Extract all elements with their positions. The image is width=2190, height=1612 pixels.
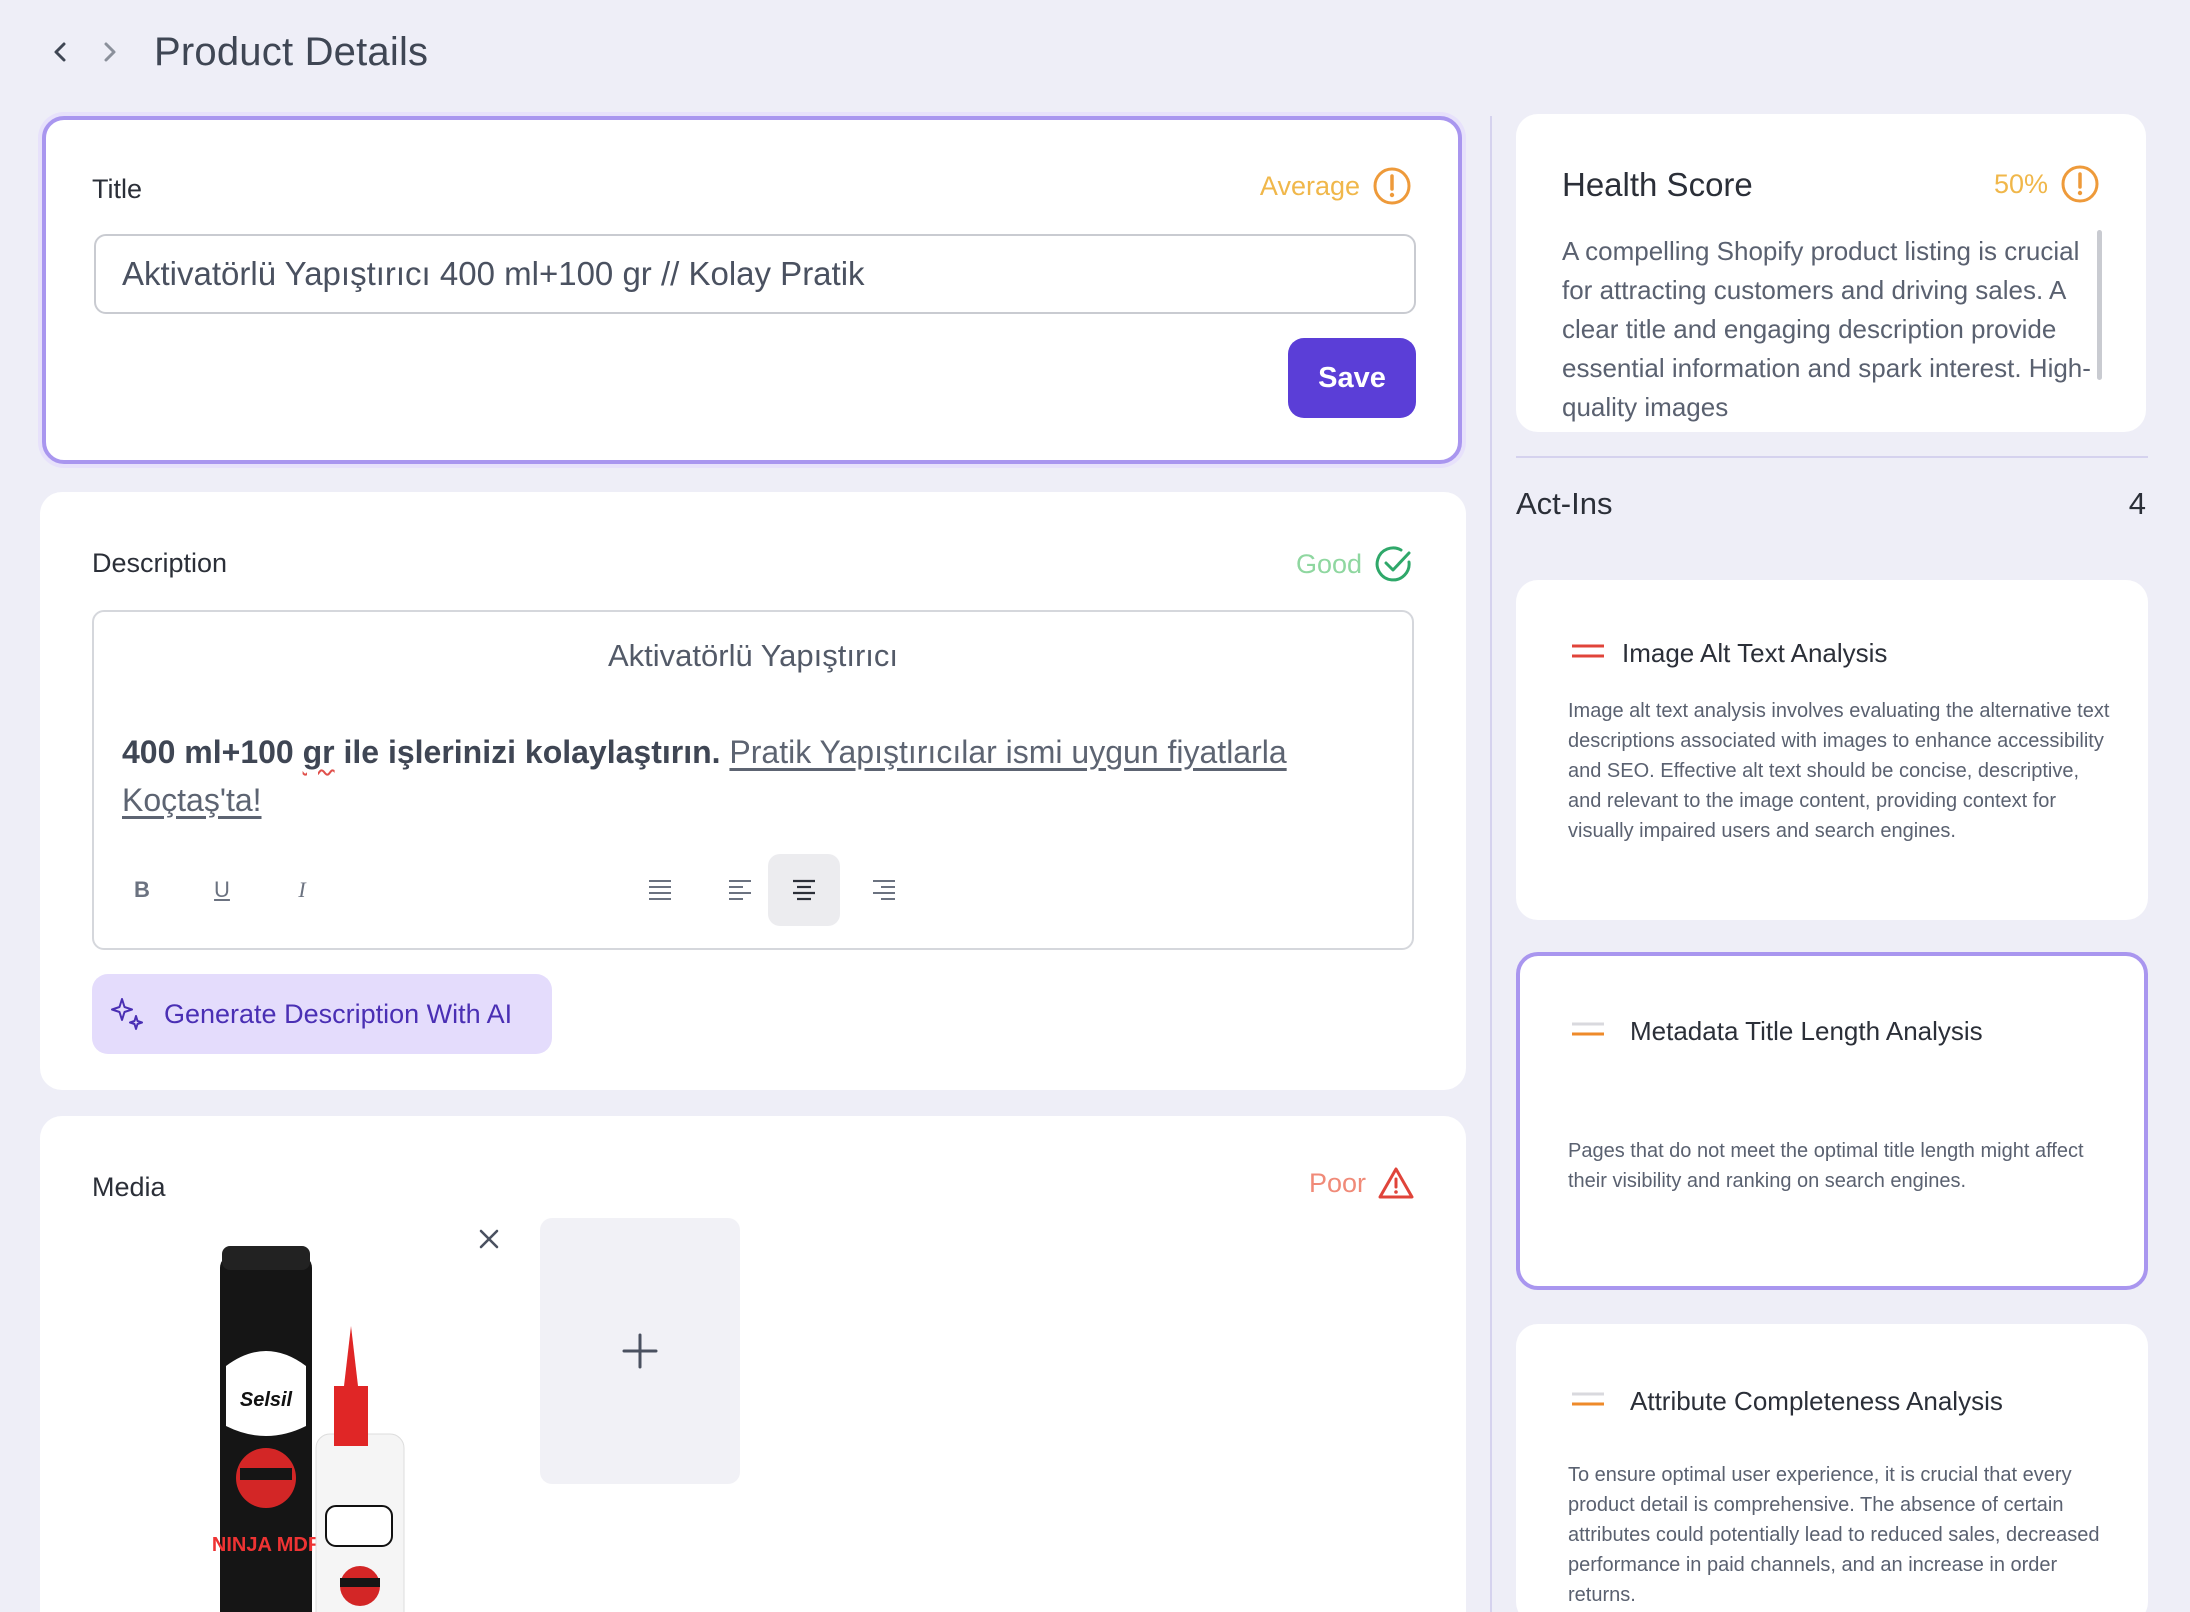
editor-heading: Aktivatörlü Yapıştırıcı <box>607 638 899 673</box>
chevron-left-icon <box>54 42 66 62</box>
bold-button-label: B <box>134 877 150 902</box>
description-label: Description <box>92 548 228 578</box>
align-center-icon <box>793 879 815 901</box>
actin-title: Metadata Title Length Analysis <box>1630 1016 1983 1046</box>
media-card: Media Poor Selsil NINJA MDF <box>40 1116 1466 1612</box>
align-left-icon <box>729 880 751 900</box>
remove-media-button[interactable] <box>474 1224 504 1254</box>
media-status: Poor <box>1309 1166 1414 1200</box>
health-score-title: Health Score <box>1562 166 1753 203</box>
health-score-status: 50% <box>1994 164 2100 204</box>
actins-title: Act-Ins <box>1516 486 1613 521</box>
media-status-text: Poor <box>1308 1167 1366 1198</box>
title-card: Title Average Save <box>42 116 1462 464</box>
align-justify-icon <box>649 880 671 900</box>
plus-icon <box>622 1333 658 1369</box>
bold-text-part1: 400 ml+100 <box>122 734 303 770</box>
underline-button-label: U <box>214 877 230 902</box>
can-brand-text: Selsil <box>240 1389 293 1411</box>
sparkles-icon <box>111 998 143 1030</box>
generate-description-button[interactable]: Generate Description With AI <box>92 974 552 1054</box>
forward-button[interactable] <box>88 31 130 73</box>
severity-high-icon <box>1572 644 1604 658</box>
actin-card-metadata-title[interactable]: Metadata Title Length Analysis Pages tha… <box>1516 952 2148 1290</box>
health-score-value: 50% <box>1993 168 2048 199</box>
misspelled-word: gr <box>302 734 335 770</box>
align-right-button[interactable] <box>848 854 920 926</box>
editor-bold-text: 400 ml+100 gr ile işlerinizi kolaylaştır… <box>122 734 721 770</box>
product-photo: Selsil NINJA MDF <box>212 1246 405 1612</box>
align-justify-button[interactable] <box>624 854 696 926</box>
description-card: Description Good Aktivatörlü Yapıştırıcı… <box>40 492 1466 1090</box>
actin-description: Pages that do not meet the optimal title… <box>1568 1140 2084 1192</box>
section-divider <box>1516 456 2148 458</box>
align-right-icon <box>873 880 895 900</box>
chevron-right-icon <box>104 42 116 62</box>
health-scrollbar[interactable] <box>2097 230 2102 380</box>
description-editor[interactable]: Aktivatörlü Yapıştırıcı 400 ml+100 gr il… <box>92 610 1414 950</box>
product-image[interactable]: Selsil NINJA MDF <box>140 1216 500 1612</box>
close-icon <box>479 1229 499 1249</box>
back-button[interactable] <box>40 31 82 73</box>
italic-button[interactable]: I <box>266 854 338 926</box>
title-status-text: Average <box>1259 170 1360 201</box>
actin-description: To ensure optimal user experience, it is… <box>1568 1464 2100 1606</box>
actin-description: Image alt text analysis involves evaluat… <box>1568 700 2110 842</box>
column-divider <box>1490 116 1492 1612</box>
title-input[interactable] <box>94 234 1416 314</box>
title-status: Average <box>1260 166 1412 206</box>
underline-button[interactable]: U <box>186 854 258 926</box>
add-media-button[interactable] <box>540 1218 740 1484</box>
actin-title: Attribute Completeness Analysis <box>1630 1386 2003 1416</box>
media-label: Media <box>92 1172 166 1202</box>
description-status-text: Good <box>1295 548 1362 579</box>
save-button[interactable]: Save <box>1288 338 1416 418</box>
check-circle-icon <box>1375 546 1411 582</box>
severity-medium-icon <box>1572 1392 1604 1406</box>
align-center-button[interactable] <box>768 854 840 926</box>
actin-title: Image Alt Text Analysis <box>1622 638 1888 668</box>
actin-card-image-alt[interactable]: Image Alt Text Analysis Image alt text a… <box>1516 580 2148 920</box>
warning-circle-icon <box>1373 167 1411 205</box>
page-title: Product Details <box>154 29 429 74</box>
can-product-text: NINJA MDF <box>212 1534 320 1556</box>
generate-description-label: Generate Description With AI <box>164 998 513 1029</box>
editor-body[interactable]: 400 ml+100 gr ile işlerinizi kolaylaştır… <box>122 728 1372 824</box>
description-status: Good <box>1296 544 1414 584</box>
align-left-button[interactable] <box>704 854 776 926</box>
actin-card-attribute-completeness[interactable]: Attribute Completeness Analysis To ensur… <box>1516 1324 2148 1612</box>
bold-button[interactable]: B <box>106 854 178 926</box>
health-score-description: A compelling Shopify product listing is … <box>1562 236 2091 422</box>
health-score-card: Health Score 50% A compelling Shopify pr… <box>1516 114 2146 432</box>
page-header: Product Details <box>40 22 428 82</box>
title-label: Title <box>92 174 143 204</box>
italic-button-label: I <box>298 877 306 902</box>
bold-text-part2: ile işlerinizi kolaylaştırın. <box>334 734 721 770</box>
actins-count: 4 <box>2128 486 2146 521</box>
alert-triangle-icon <box>1378 1167 1414 1199</box>
severity-medium-icon <box>1572 1022 1604 1036</box>
warning-circle-icon <box>2061 165 2099 203</box>
